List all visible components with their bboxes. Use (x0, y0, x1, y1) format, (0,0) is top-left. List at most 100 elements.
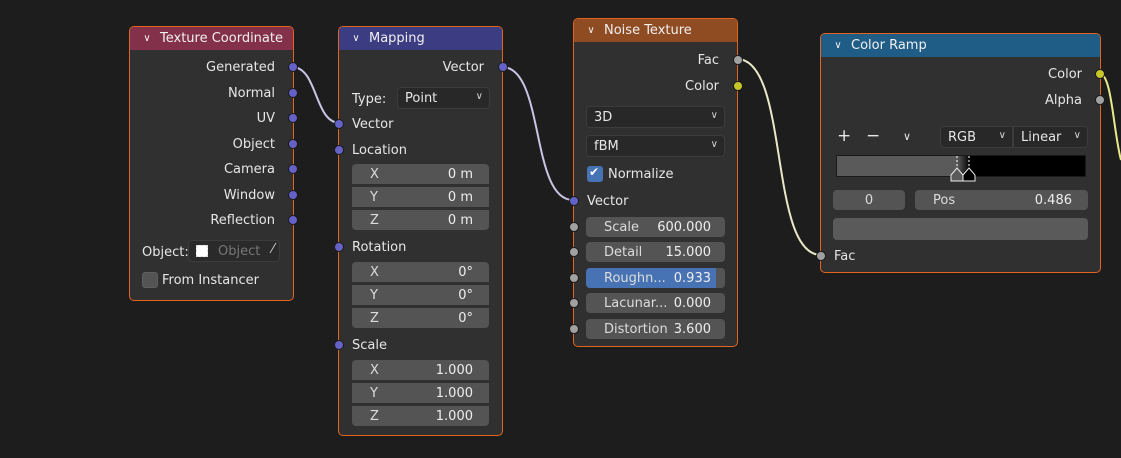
texture-coordinate-header[interactable]: ∨ Texture Coordinate (130, 27, 293, 50)
rotation-x-field[interactable]: X 0° (352, 262, 489, 282)
field-key: Z (370, 310, 379, 326)
detail-field[interactable]: Detail 15.000 (586, 242, 725, 262)
field-key: Roughn... (604, 270, 666, 286)
interpolation-dropdown[interactable]: Linear ∨ (1013, 126, 1088, 148)
position-field[interactable]: Pos 0.486 (915, 190, 1088, 210)
dimensions-dropdown[interactable]: 3D ∨ (586, 106, 725, 128)
field-key: Pos (933, 192, 956, 208)
socket-reflection[interactable] (288, 215, 298, 225)
eyedropper-icon[interactable]: ⁄ (272, 242, 274, 257)
field-key: Z (370, 212, 379, 228)
mapping-node[interactable]: ∨ Mapping Vector Type: Point ∨ Vector Lo… (334, 26, 508, 436)
location-y-field[interactable]: Y 0 m (352, 187, 489, 207)
output-label: Object (232, 136, 275, 152)
socket-fac-in[interactable] (816, 251, 826, 261)
color-stop-marker[interactable] (950, 167, 964, 182)
socket-camera[interactable] (288, 164, 298, 174)
output-generated: Generated (206, 57, 275, 77)
texture-coordinate-node[interactable]: ∨ Texture Coordinate Generated Normal UV… (129, 26, 298, 301)
socket-color-out[interactable] (733, 81, 743, 91)
output-label: Fac (697, 52, 719, 68)
socket-alpha-out[interactable] (1095, 95, 1105, 105)
from-instancer-checkbox[interactable] (142, 272, 158, 288)
collapse-chevron-icon[interactable]: ∨ (584, 25, 598, 36)
normalize-text: Normalize (608, 166, 674, 182)
socket-window[interactable] (288, 190, 298, 200)
color-stops[interactable] (946, 154, 986, 184)
mapping-header[interactable]: ∨ Mapping (339, 27, 502, 50)
output-window: Window (224, 185, 275, 205)
noise-texture-node[interactable]: ∨ Noise Texture Fac Color 3D ∨ fBM ∨ ✔ N… (569, 18, 743, 347)
socket-scale[interactable] (334, 340, 344, 350)
socket-scale[interactable] (569, 222, 579, 232)
socket-vector-in[interactable] (334, 119, 344, 129)
collapse-chevron-icon[interactable]: ∨ (140, 33, 154, 44)
link-fac-to-fac (736, 58, 822, 256)
input-label: Fac (834, 248, 856, 264)
type-label: Type: (352, 89, 386, 109)
color-mode-dropdown[interactable]: RGB ∨ (940, 126, 1013, 148)
socket-vector-in[interactable] (569, 196, 579, 206)
socket-detail[interactable] (569, 247, 579, 257)
scale-z-field[interactable]: Z 1.000 (352, 406, 489, 426)
scale-field[interactable]: Scale 600.000 (586, 217, 725, 237)
input-label: Vector (352, 116, 394, 132)
field-key: X (370, 264, 379, 280)
rotation-y-field[interactable]: Y 0° (352, 285, 489, 305)
stop-color-swatch[interactable] (833, 218, 1088, 240)
remove-stop-button[interactable]: − (866, 126, 880, 146)
output-label: Normal (227, 85, 275, 101)
lacunarity-field[interactable]: Lacunar... 0.000 (586, 293, 725, 313)
noise-type-dropdown[interactable]: fBM ∨ (586, 135, 725, 157)
socket-uv[interactable] (288, 113, 298, 123)
noise-texture-header[interactable]: ∨ Noise Texture (574, 19, 737, 42)
socket-location[interactable] (334, 145, 344, 155)
output-label: Color (685, 78, 719, 94)
input-vector: Vector (352, 114, 393, 134)
node-editor-canvas[interactable]: ∨ Texture Coordinate Generated Normal UV… (0, 0, 1121, 458)
socket-normal[interactable] (288, 88, 298, 98)
chevron-down-icon: ∨ (1073, 130, 1081, 141)
color-ramp-header[interactable]: ∨ Color Ramp (821, 34, 1100, 57)
distortion-field[interactable]: Distortion 3.600 (586, 319, 725, 339)
field-value: 0.486 (1034, 192, 1072, 208)
socket-roughness[interactable] (569, 273, 579, 283)
color-stop-marker[interactable] (962, 167, 976, 182)
node-title: Texture Coordinate (160, 31, 283, 46)
field-key: X (370, 362, 379, 378)
field-key: Distortion (604, 321, 668, 337)
roughness-slider[interactable]: Roughn... 0.933 (586, 268, 725, 288)
object-placeholder: Object (218, 243, 261, 259)
input-label: Rotation (352, 239, 407, 255)
collapse-chevron-icon[interactable]: ∨ (349, 33, 363, 44)
location-x-field[interactable]: X 0 m (352, 164, 489, 184)
scale-y-field[interactable]: Y 1.000 (352, 383, 489, 403)
stop-index-field[interactable]: 0 (833, 190, 905, 210)
output-label: Alpha (1045, 92, 1082, 108)
color-ramp-node[interactable]: ∨ Color Ramp Color Alpha + − ∨ RGB ∨ Lin… (816, 33, 1105, 273)
socket-vector-out[interactable] (498, 62, 508, 72)
normalize-checkbox[interactable]: ✔ (587, 165, 603, 182)
socket-distortion[interactable] (569, 324, 579, 334)
socket-fac-out[interactable] (733, 55, 743, 65)
ramp-menu-button[interactable]: ∨ (903, 126, 911, 146)
type-dropdown[interactable]: Point ∨ (397, 87, 490, 109)
field-key: Scale (604, 219, 639, 235)
scale-x-field[interactable]: X 1.000 (352, 360, 489, 380)
location-z-field[interactable]: Z 0 m (352, 210, 489, 230)
field-value: 0 m (447, 212, 473, 228)
normalize-label: Normalize (608, 164, 673, 184)
from-instancer-text: From Instancer (162, 272, 259, 288)
collapse-chevron-icon[interactable]: ∨ (831, 40, 845, 51)
object-selector[interactable]: Object ⁄ (188, 240, 280, 262)
socket-lacunarity[interactable] (569, 298, 579, 308)
output-color: Color (1048, 64, 1082, 84)
rotation-z-field[interactable]: Z 0° (352, 308, 489, 328)
socket-object[interactable] (288, 139, 298, 149)
socket-color-out[interactable] (1095, 69, 1105, 79)
socket-generated[interactable] (288, 62, 298, 72)
socket-rotation[interactable] (334, 242, 344, 252)
input-label: Scale (352, 337, 387, 353)
field-value: 15.000 (665, 244, 712, 260)
add-stop-button[interactable]: + (837, 126, 851, 146)
